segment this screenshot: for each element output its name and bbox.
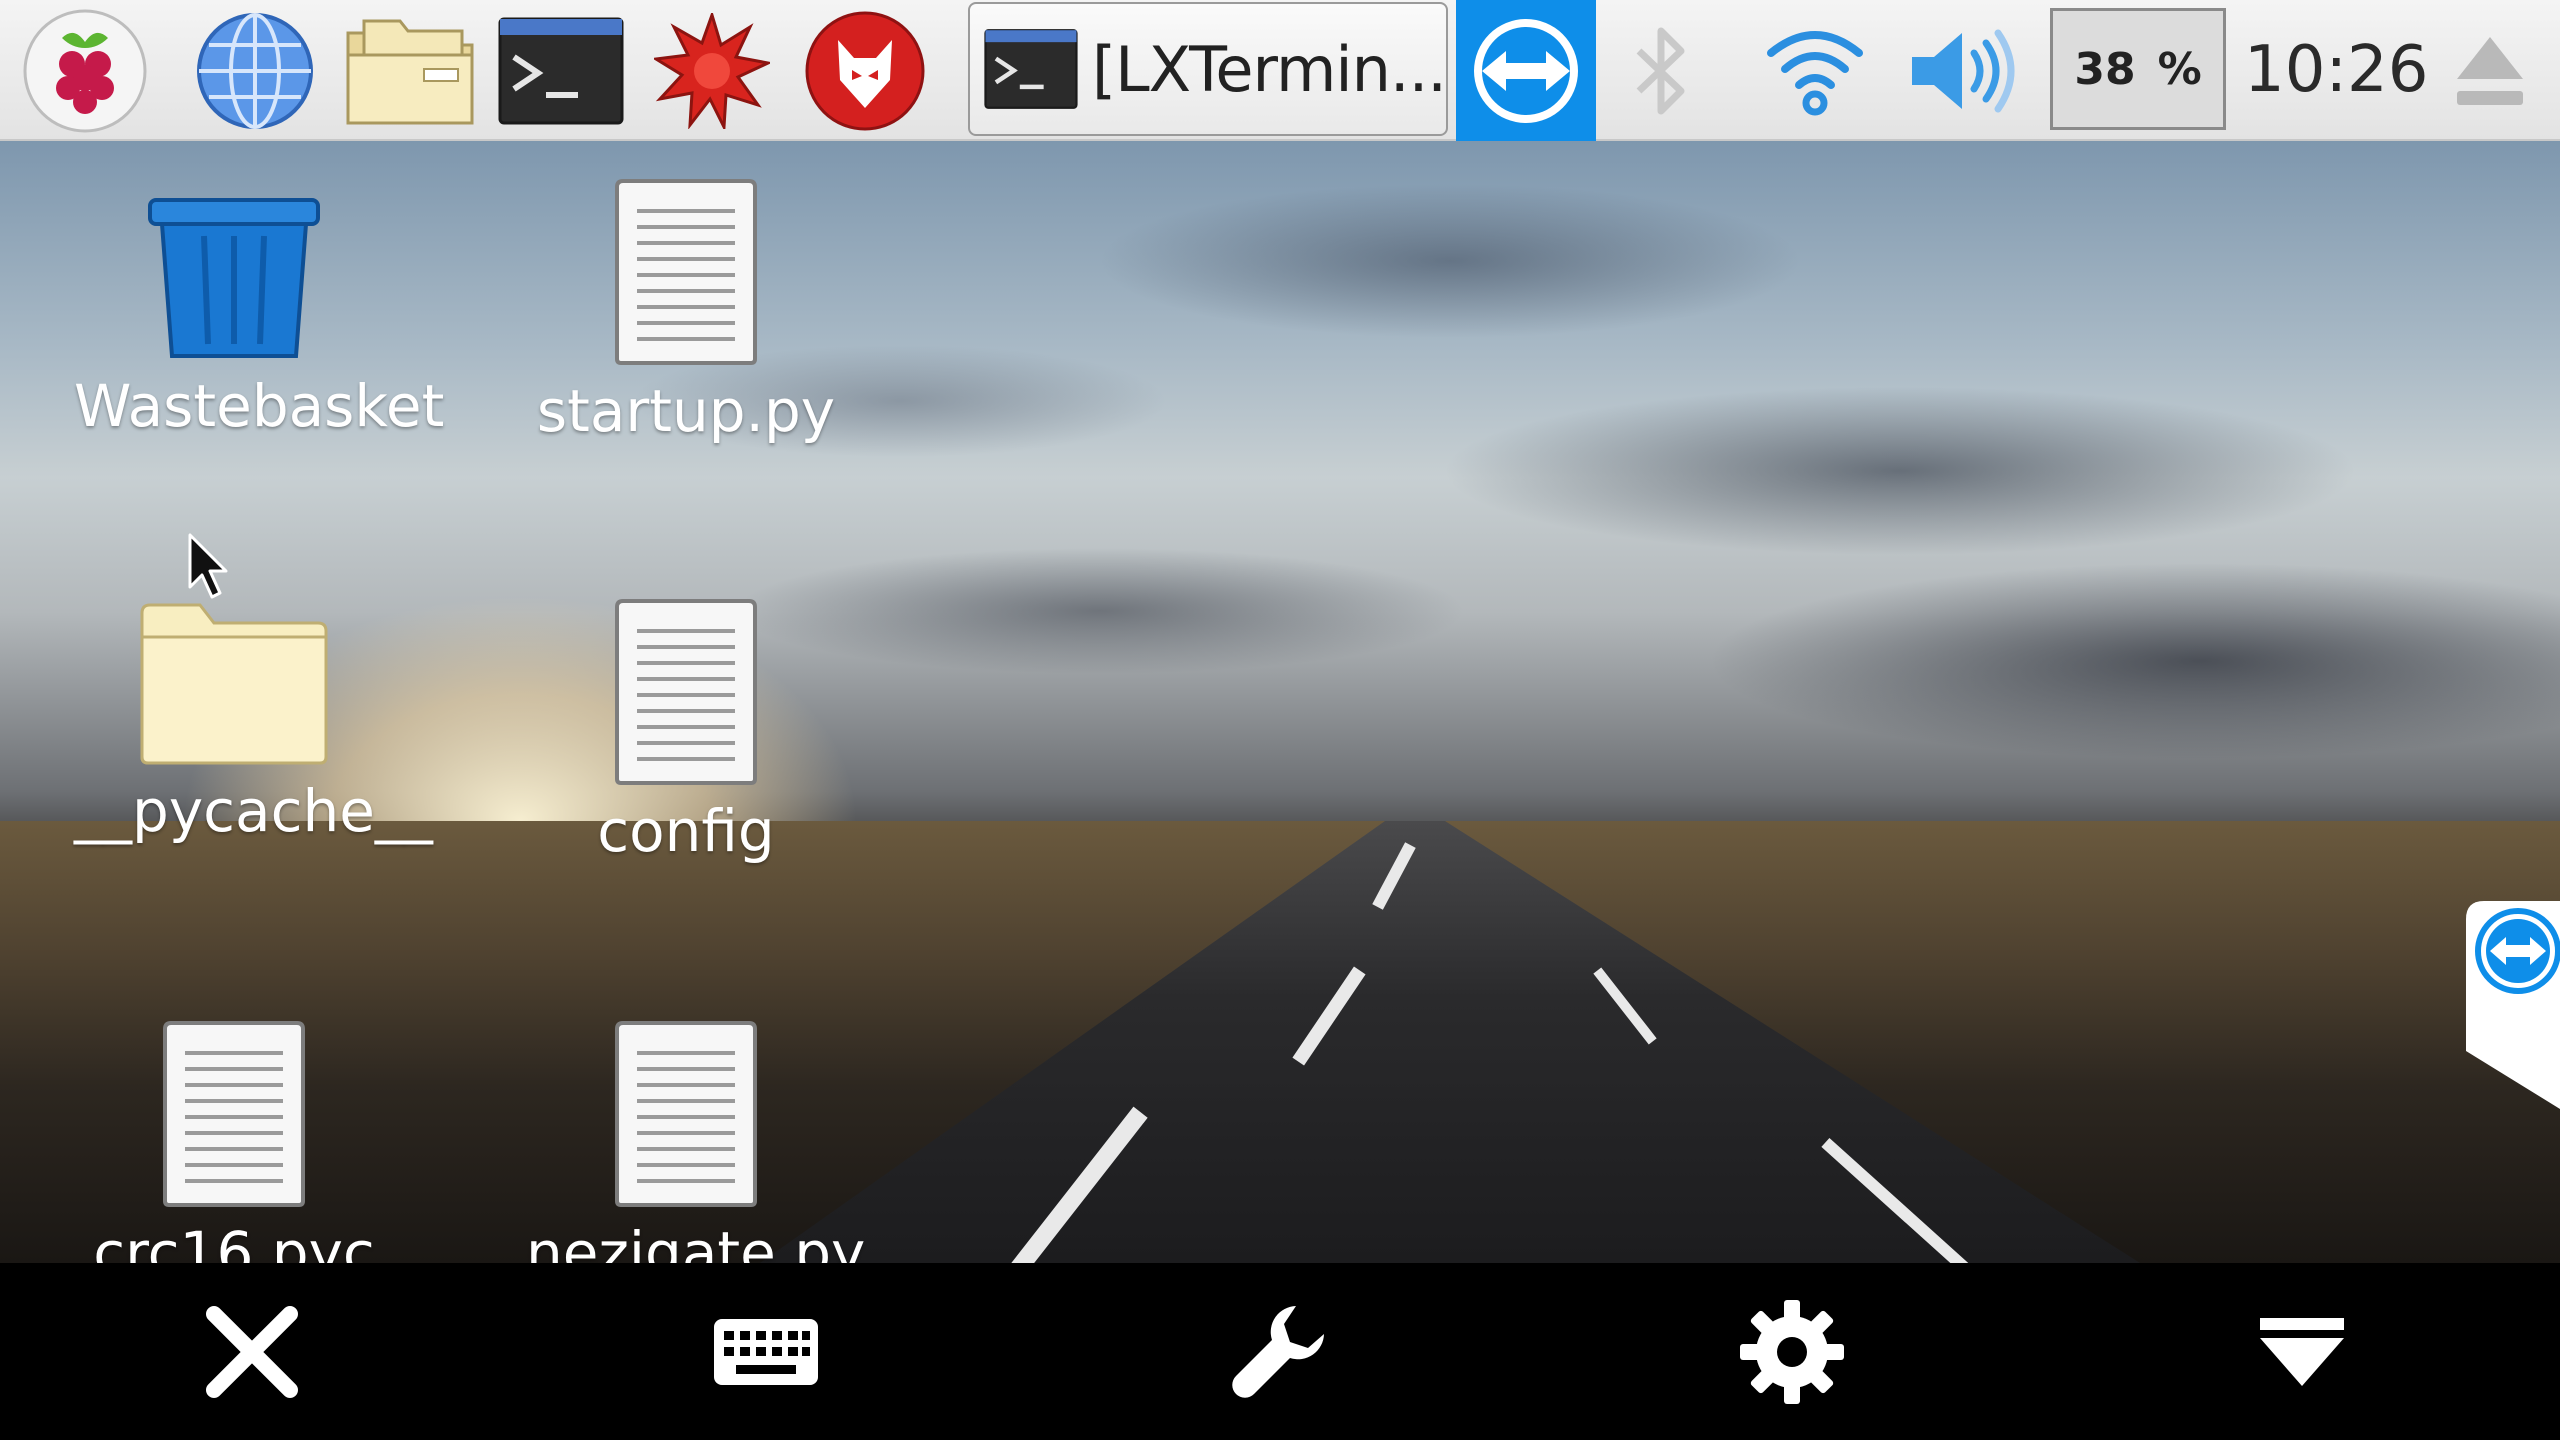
mouse-pointer-icon [188,533,228,599]
desktop-icon-startup-py[interactable]: startup.py [526,177,846,445]
document-icon [163,1021,305,1207]
trash-icon [148,198,320,358]
folder-icon [140,603,328,765]
desktop-icon-label: Wastebasket [74,372,445,440]
teamviewer-side-tab[interactable] [2466,901,2560,1109]
file-manager-icon [346,19,474,124]
wrench-icon [1232,1305,1324,1398]
cpu-value: 38 [2074,43,2136,95]
wolfram-button[interactable] [800,0,930,141]
mathematica-icon [654,12,770,129]
desktop-icon-wastebasket[interactable]: Wastebasket [74,196,445,440]
clock[interactable]: 10:26 [2244,0,2428,141]
desktop-icon-pycache[interactable]: __pycache__ [74,597,433,845]
raspberry-menu-button[interactable] [20,0,150,141]
teamviewer-icon [1474,18,1578,123]
cpu-unit: % [2157,43,2202,95]
desktop-icon-label: startup.py [536,377,836,445]
terminal-icon [498,17,624,124]
taskbar-window-button[interactable]: [LXTermin... [968,2,1448,136]
close-icon [206,1305,298,1398]
desktop-icon-crc16-pyc[interactable]: crc16.pyc [74,1019,394,1263]
desktop-icon-label: __pycache__ [74,777,433,845]
bluetooth-button[interactable] [1616,0,1706,141]
desktop[interactable]: Wastebasket startup.py __pycache__ confi… [0,141,2560,1263]
close-session-button[interactable] [162,1263,342,1440]
bluetooth-icon [1636,27,1685,114]
desktop-icon-config[interactable]: config [526,597,846,865]
desktop-icon-label: config [597,797,775,865]
wolfram-icon [805,11,925,130]
document-icon [615,179,757,365]
collapse-toolbar-button[interactable] [2212,1263,2392,1440]
tools-button[interactable] [1190,1263,1370,1440]
desktop-icon-label: nezigate.py [526,1219,866,1263]
eject-button[interactable] [2440,0,2540,141]
web-browser-icon [197,12,313,129]
file-manager-button[interactable] [340,0,480,141]
document-icon [615,599,757,785]
settings-button[interactable] [1702,1263,1882,1440]
cpu-monitor[interactable]: 38 % [2050,8,2226,130]
remote-control-bar [0,1263,2560,1440]
gear-icon [1740,1299,1844,1404]
document-icon [615,1021,757,1207]
taskbar: [LXTermin... 38 % 10:26 [0,0,2560,141]
collapse-icon [2260,1317,2344,1386]
terminal-icon [984,29,1078,109]
raspberry-menu-icon [23,9,147,132]
volume-button[interactable] [1900,0,2020,141]
taskbar-window-title: [LXTermin... [1091,32,1447,106]
desktop-icon-nezigate-py[interactable]: nezigate.py [526,1019,866,1263]
wifi-button[interactable] [1760,0,1870,141]
teamviewer-tray-button[interactable] [1456,0,1596,141]
keyboard-button[interactable] [676,1263,856,1440]
web-browser-button[interactable] [190,0,320,141]
volume-icon [1912,29,2015,112]
wifi-icon [1767,30,1863,115]
teamviewer-icon [2466,901,2560,1109]
mathematica-button[interactable] [650,0,774,141]
terminal-button[interactable] [496,0,626,141]
keyboard-icon [714,1318,818,1385]
desktop-icon-label: crc16.pyc [93,1219,375,1263]
eject-icon [2457,36,2523,105]
